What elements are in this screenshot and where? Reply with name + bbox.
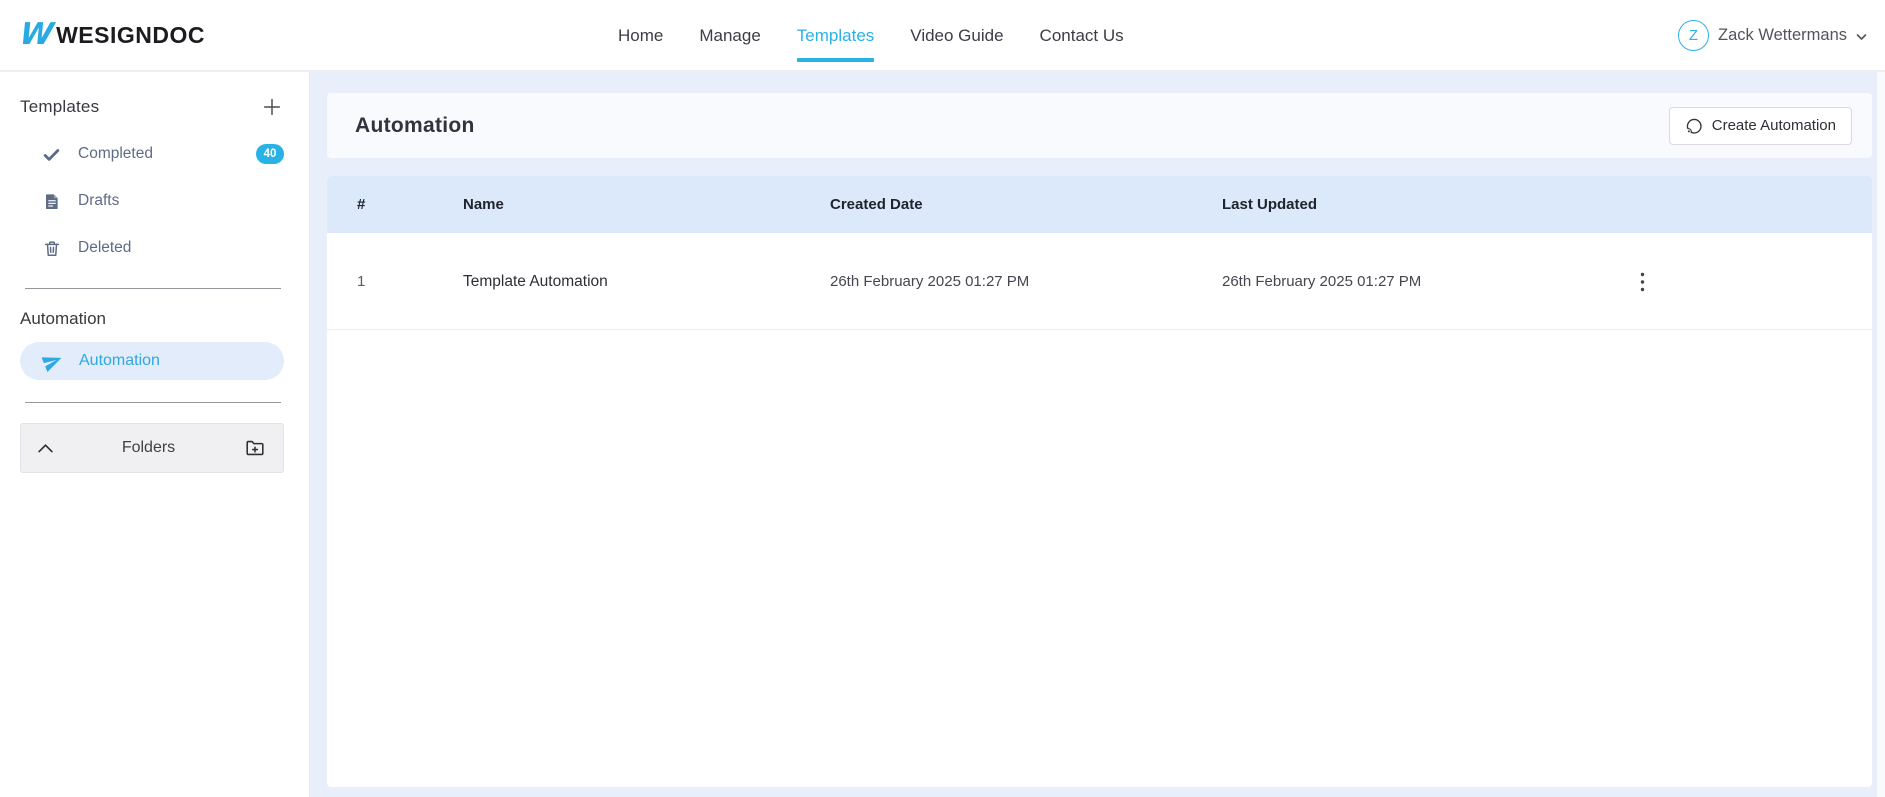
row-index: 1 bbox=[357, 233, 365, 330]
user-name: Zack Wettermans bbox=[1718, 26, 1847, 45]
sidebar: Templates Completed 40 bbox=[0, 72, 310, 797]
avatar: Z bbox=[1678, 20, 1709, 51]
nav-item-contact-us[interactable]: Contact Us bbox=[1040, 0, 1124, 71]
page-title: Automation bbox=[355, 114, 475, 138]
brand-logo[interactable]: W WESIGNDOC bbox=[0, 20, 205, 50]
user-menu[interactable]: Z Zack Wettermans bbox=[1678, 0, 1867, 71]
sidebar-divider bbox=[25, 288, 281, 289]
send-icon bbox=[39, 347, 66, 374]
sidebar-item-completed[interactable]: Completed 40 bbox=[20, 140, 284, 168]
nav-item-templates[interactable]: Templates bbox=[797, 0, 874, 71]
nav-item-manage[interactable]: Manage bbox=[699, 0, 760, 71]
sidebar-item-label: Automation bbox=[79, 352, 160, 370]
folders-label: Folders bbox=[122, 439, 175, 457]
create-automation-button[interactable]: Create Automation bbox=[1669, 107, 1852, 145]
sidebar-item-drafts[interactable]: Drafts bbox=[20, 187, 284, 215]
row-name: Template Automation bbox=[463, 233, 608, 330]
main-nav: Home Manage Templates Video Guide Contac… bbox=[618, 0, 1124, 71]
sidebar-item-automation[interactable]: Automation bbox=[20, 342, 284, 380]
column-header-created-date: Created Date bbox=[830, 176, 923, 233]
folders-toggle[interactable]: Folders bbox=[20, 423, 284, 473]
chevron-down-icon bbox=[1856, 33, 1867, 41]
column-header-index: # bbox=[357, 176, 365, 233]
create-automation-label: Create Automation bbox=[1712, 117, 1836, 134]
sidebar-item-label: Drafts bbox=[78, 192, 119, 210]
kebab-menu-icon[interactable] bbox=[1625, 233, 1659, 330]
main-content: Automation Create Automation # Name Crea… bbox=[311, 72, 1885, 797]
column-header-last-updated: Last Updated bbox=[1222, 176, 1317, 233]
trash-icon bbox=[42, 239, 61, 258]
nav-item-home[interactable]: Home bbox=[618, 0, 663, 71]
top-navbar: W WESIGNDOC Home Manage Templates Video … bbox=[0, 0, 1885, 71]
column-header-name: Name bbox=[463, 176, 504, 233]
brand-logo-mark: W bbox=[18, 20, 55, 50]
automation-table: # Name Created Date Last Updated 1 Templ… bbox=[327, 176, 1872, 787]
sidebar-item-label: Completed bbox=[78, 145, 153, 163]
check-icon bbox=[42, 145, 61, 164]
scrollbar[interactable] bbox=[1876, 72, 1885, 797]
add-template-button[interactable] bbox=[260, 95, 284, 119]
row-created-date: 26th February 2025 01:27 PM bbox=[830, 233, 1029, 330]
row-last-updated: 26th February 2025 01:27 PM bbox=[1222, 233, 1421, 330]
folder-plus-icon[interactable] bbox=[243, 437, 267, 459]
plus-icon bbox=[261, 96, 283, 118]
page-header-panel: Automation Create Automation bbox=[327, 93, 1872, 158]
sidebar-automation-heading: Automation bbox=[20, 309, 284, 329]
chevron-up-icon[interactable] bbox=[37, 442, 54, 454]
sidebar-divider bbox=[25, 402, 281, 403]
sidebar-templates-heading: Templates bbox=[20, 97, 99, 117]
completed-count-badge: 40 bbox=[256, 144, 284, 164]
sidebar-item-deleted[interactable]: Deleted bbox=[20, 234, 284, 262]
sidebar-item-label: Deleted bbox=[78, 239, 131, 257]
automation-circle-icon bbox=[1685, 117, 1703, 135]
brand-logo-text: WESIGNDOC bbox=[56, 22, 205, 49]
nav-item-video-guide[interactable]: Video Guide bbox=[910, 0, 1003, 71]
table-row[interactable]: 1 Template Automation 26th February 2025… bbox=[327, 233, 1872, 330]
draft-file-icon bbox=[42, 192, 61, 211]
table-header-row: # Name Created Date Last Updated bbox=[327, 176, 1872, 233]
